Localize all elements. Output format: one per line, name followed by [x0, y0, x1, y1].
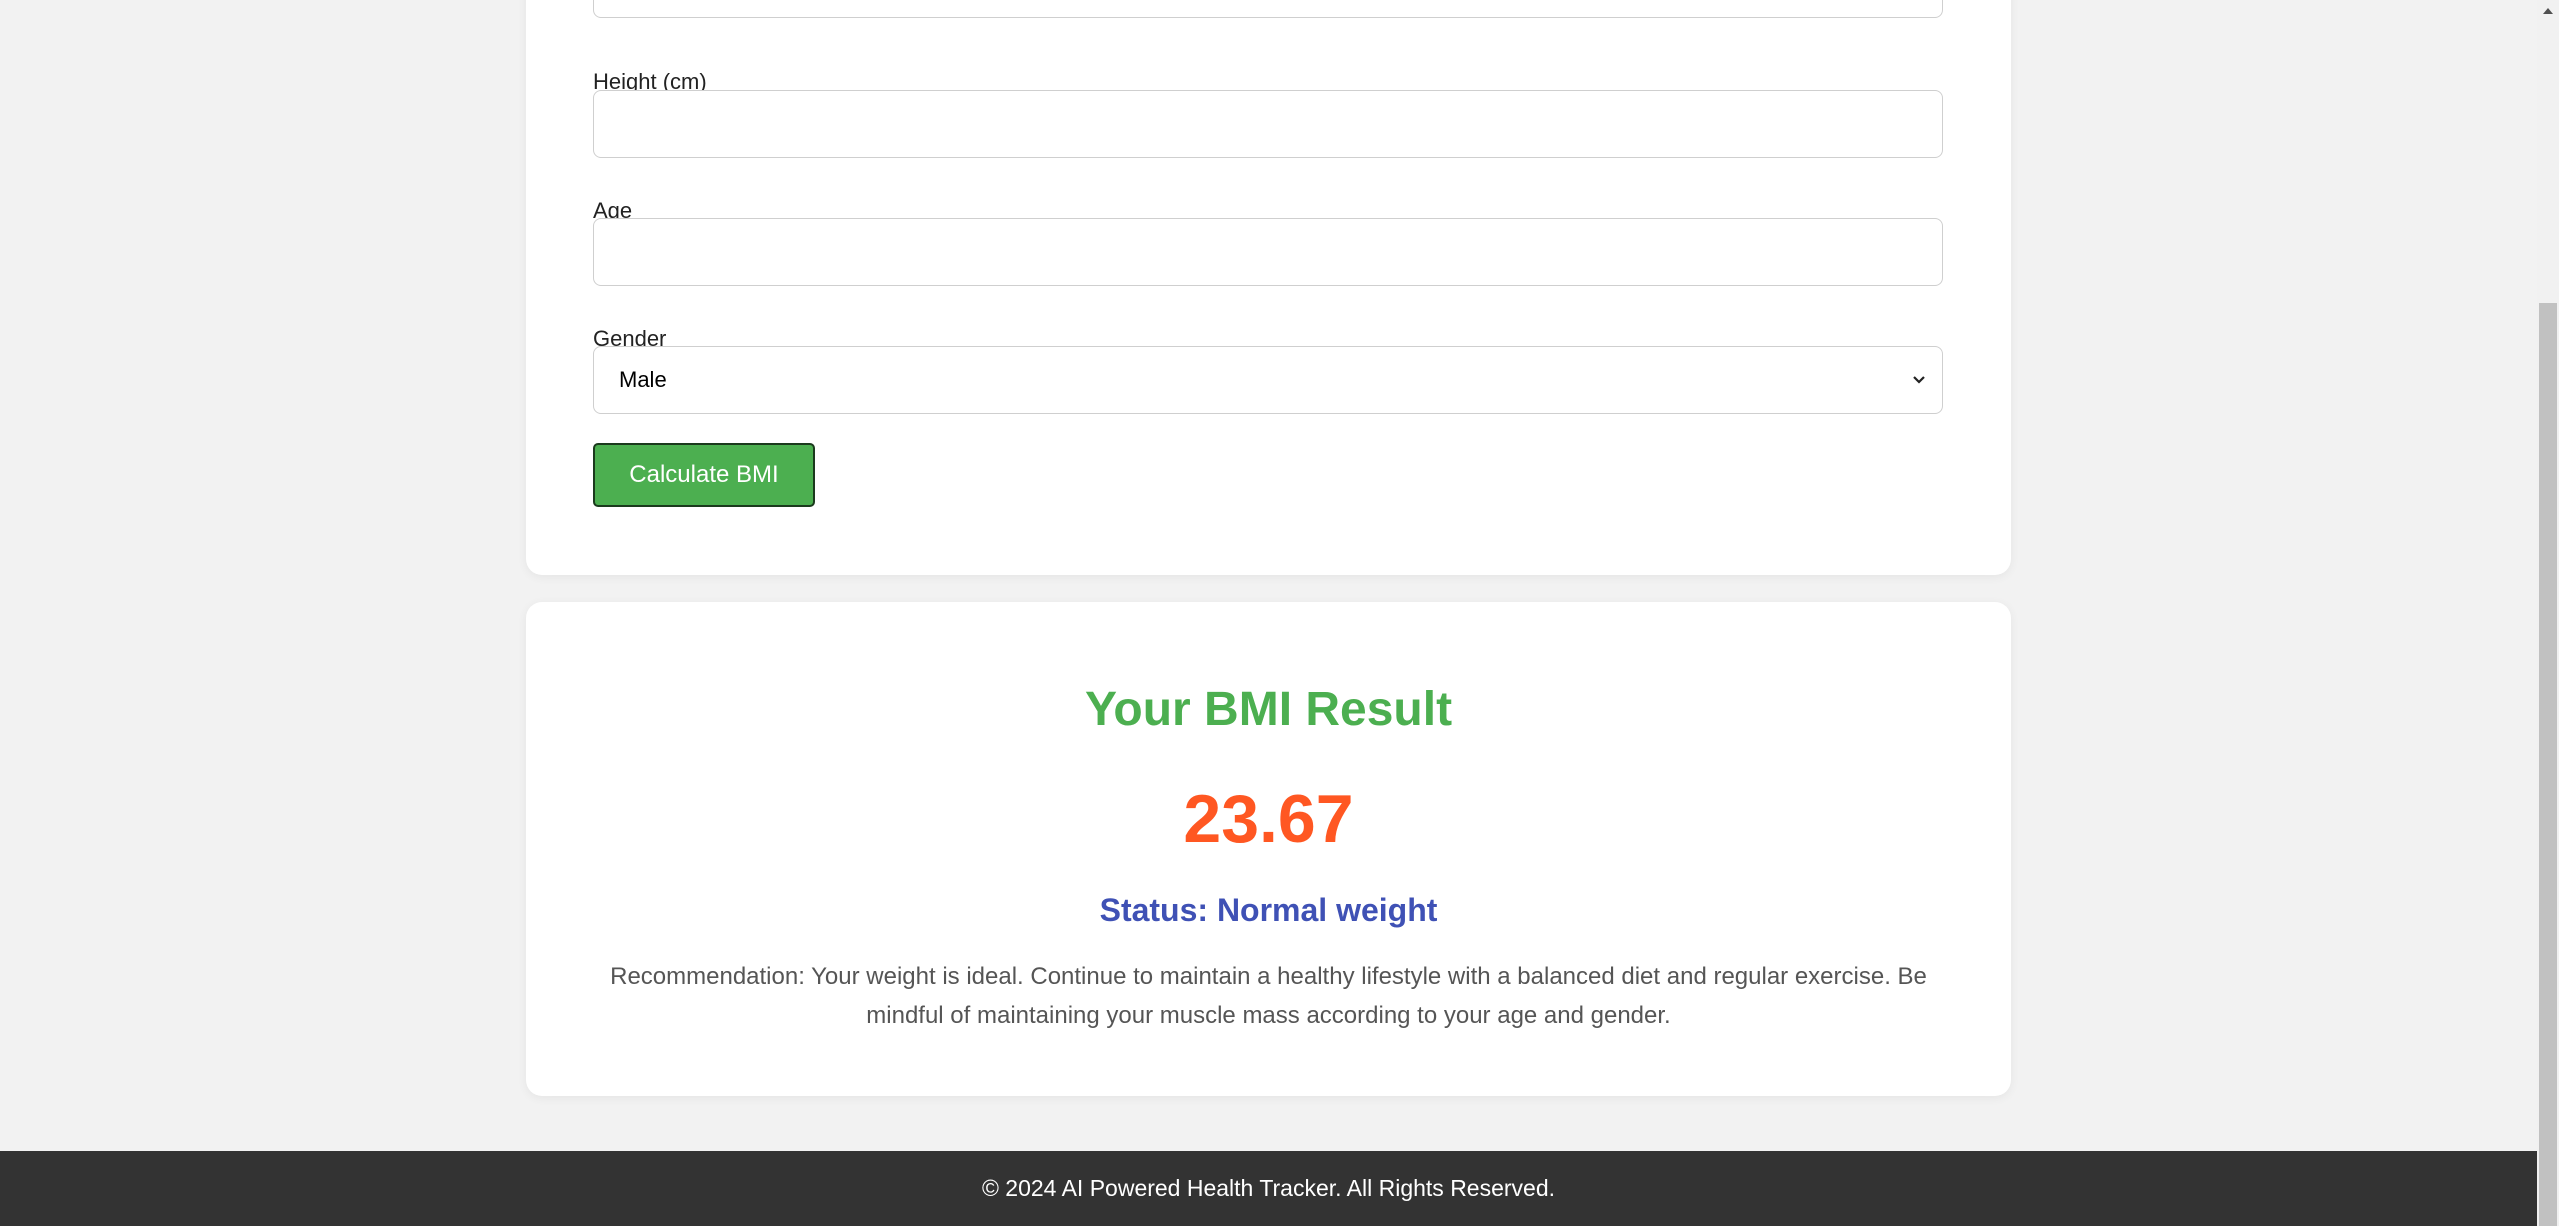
age-input[interactable] — [593, 218, 1943, 286]
scrollbar-thumb[interactable] — [2539, 303, 2557, 1226]
bmi-result-card: Your BMI Result 23.67 Status: Normal wei… — [526, 602, 2011, 1096]
height-input[interactable] — [593, 90, 1943, 158]
result-title: Your BMI Result — [1084, 683, 1453, 736]
bmi-value: 23.67 — [1183, 781, 1354, 857]
vertical-scrollbar[interactable] — [2537, 0, 2559, 1226]
scroll-up-arrow-icon[interactable] — [2537, 0, 2559, 20]
bmi-status: Status: Normal weight — [1099, 892, 1438, 928]
footer-copyright: © 2024 AI Powered Health Tracker. All Ri… — [981, 1175, 1556, 1201]
bmi-form-card: Height (cm) Age Gender Male Calculate BM… — [526, 0, 2011, 575]
calculate-bmi-button[interactable]: Calculate BMI — [593, 443, 815, 507]
footer: © 2024 AI Powered Health Tracker. All Ri… — [0, 1151, 2537, 1226]
chevron-down-icon — [1906, 367, 1932, 393]
gender-select[interactable]: Male — [593, 346, 1943, 414]
gender-selected-value: Male — [619, 367, 667, 392]
weight-input[interactable] — [593, 0, 1943, 18]
bmi-recommendation: Recommendation: Your weight is ideal. Co… — [610, 963, 1927, 1029]
